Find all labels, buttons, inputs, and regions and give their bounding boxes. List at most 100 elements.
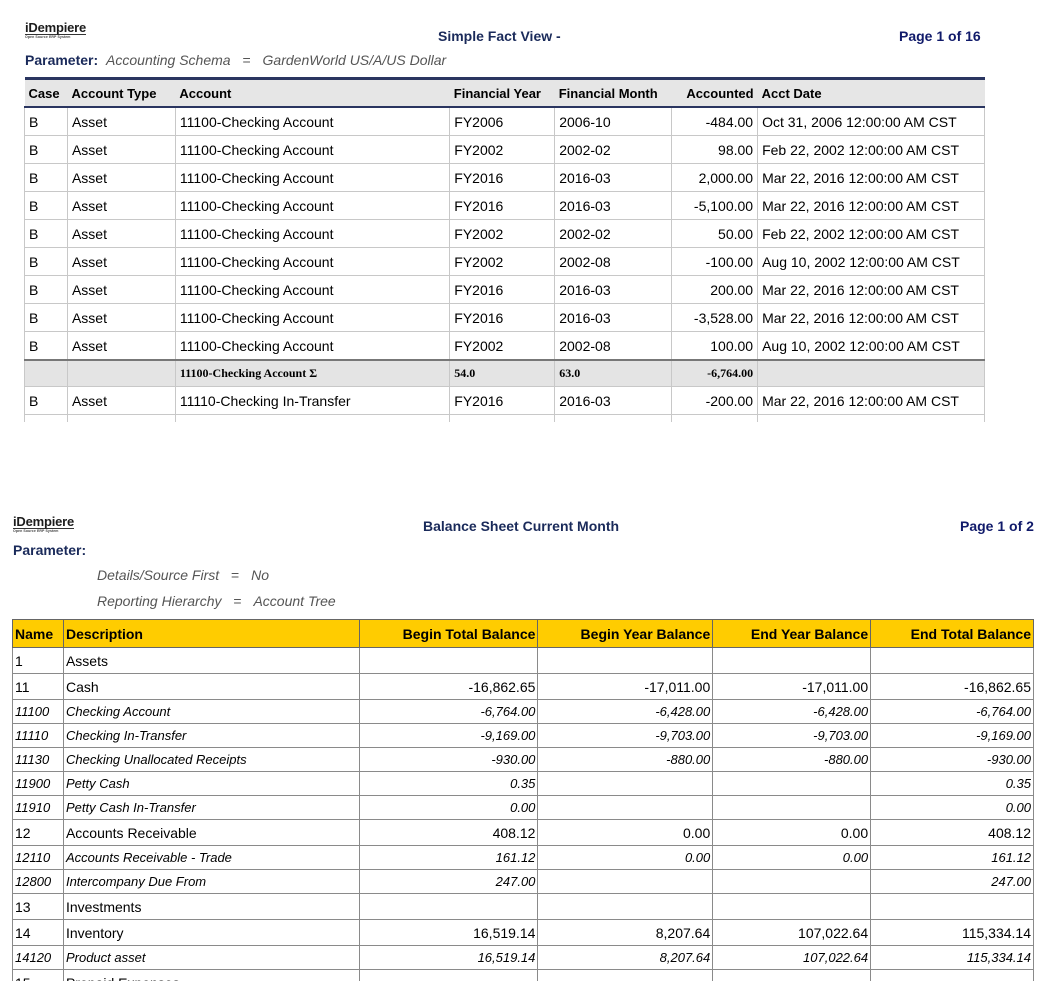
table-cell: 11 [12,673,64,700]
table-cell: -17,011.00 [537,673,714,700]
table-cell: Investments [62,893,360,920]
table-cell: 11110 [12,723,64,748]
table-cell: 161.12 [358,845,539,870]
table-cell [358,969,539,981]
table-cell: Assets [62,647,360,674]
table-cell: 11100 [12,699,64,724]
table-cell: -6,428.00 [712,699,872,724]
table-cell: -9,169.00 [358,723,539,748]
table-cell [870,893,1034,920]
table-cell [870,647,1034,674]
account-group-row[interactable]: 13 Investments [12,893,1034,920]
account-group-row[interactable]: 15Prepaid Expenses [12,969,1034,981]
column-header[interactable]: End Year Balance [712,619,872,648]
table-cell [712,869,872,894]
column-header[interactable]: Description [62,619,360,648]
table-cell: 16,519.14 [358,945,539,970]
parameter-name: Reporting Hierarchy [97,593,222,609]
table-cell: Petty Cash [62,771,360,796]
balance-sheet-table: Name Description Begin Total Balance Beg… [12,619,1034,981]
table-cell: 115,334.14 [870,945,1034,970]
table-cell: Cash [62,673,360,700]
table-cell: -9,169.00 [870,723,1034,748]
table-cell: 115,334.14 [870,919,1034,946]
column-header[interactable]: Name [12,619,64,648]
table-cell: -880.00 [712,747,872,772]
account-row[interactable]: 11900 Petty Cash 0.35 0.35 [12,771,1034,796]
idempiere-logo: iDempiere Open Source ERP System [13,514,75,533]
table-cell: -17,011.00 [712,673,872,700]
account-group-row[interactable]: 14 Inventory 16,519.14 8,207.64 107,022.64 11… [12,919,1034,946]
column-header[interactable]: Begin Total Balance [358,619,539,648]
table-cell: 0.35 [358,771,539,796]
account-row[interactable]: 11100 Checking Account -6,764.00 -6,428.00-… [12,699,1034,724]
table-cell: 247.00 [870,869,1034,894]
table-cell: 408.12 [358,819,539,846]
account-row[interactable]: 14120 Product asset 16,519.14 8,207.64 107,0… [12,945,1034,970]
account-group-row[interactable]: 12 Accounts Receivable 408.12 0.00 0.00 408.1… [12,819,1034,846]
table-cell [712,795,872,820]
table-cell: -9,703.00 [537,723,714,748]
table-header-row: Name Description Begin Total Balance Beg… [12,619,1034,648]
table-cell: -6,428.00 [537,699,714,724]
table-cell: -16,862.65 [358,673,539,700]
account-row[interactable]: 11910 Petty Cash In-Transfer 0.00 0.00 [12,795,1034,820]
table-cell: 8,207.64 [537,919,714,946]
table-cell: Inventory [62,919,360,946]
table-cell: Product asset [62,945,360,970]
table-cell: Prepaid Expenses [62,969,360,981]
table-cell: 12110 [12,845,64,870]
parameter-line: Reporting Hierarchy = Account Tree [97,593,336,609]
table-cell: Checking In-Transfer [62,723,360,748]
table-cell: -930.00 [358,747,539,772]
table-cell: 12800 [12,869,64,894]
table-cell: 8,207.64 [537,945,714,970]
table-cell [537,869,714,894]
report-title: Balance Sheet Current Month [423,518,620,534]
parameter-operator: = [231,567,240,583]
table-cell: Accounts Receivable [62,819,360,846]
table-cell: -6,764.00 [358,699,539,724]
table-cell [537,771,714,796]
table-cell [712,647,872,674]
account-row[interactable]: 12110 Accounts Receivable - Trade 161.12 0.… [12,845,1034,870]
account-row[interactable]: 12800 Intercompany Due From 247.00 247.00 [12,869,1034,894]
column-header[interactable]: Begin Year Balance [537,619,714,648]
table-cell [537,969,714,981]
table-cell: 16,519.14 [358,919,539,946]
table-cell: 13 [12,893,64,920]
table-cell: 11130 [12,747,64,772]
column-header[interactable]: End Total Balance [870,619,1034,648]
table-cell: -6,764.00 [870,699,1034,724]
table-cell: Checking Account [62,699,360,724]
table-cell: 0.00 [537,845,714,870]
account-group-row[interactable]: 11 Cash -16,862.65 -17,011.00 -17,011.00 -16,… [12,673,1034,700]
parameter-value: No [251,567,270,583]
table-cell: 0.35 [870,771,1034,796]
account-row[interactable]: 11130 Checking Unallocated Receipts -930.0… [12,747,1034,772]
table-cell: 12 [12,819,64,846]
table-cell: Intercompany Due From [62,869,360,894]
table-cell: 107,022.64 [712,945,872,970]
table-cell: 11900 [12,771,64,796]
table-cell [537,795,714,820]
parameter-line: Details/Source First = No [97,567,269,583]
table-cell: Petty Cash In-Transfer [62,795,360,820]
account-group-row[interactable]: 1 Assets [12,647,1034,674]
balance-sheet-report: iDempiere Open Source ERP System Balance… [0,0,1062,981]
table-cell: Accounts Receivable - Trade [62,845,360,870]
table-cell [358,647,539,674]
table-cell: 0.00 [358,795,539,820]
account-row[interactable]: 11110 Checking In-Transfer -9,169.00 -9,703… [12,723,1034,748]
table-cell [870,969,1034,981]
parameter-operator: = [233,593,242,609]
table-cell [537,893,714,920]
table-cell: 1 [12,647,64,674]
table-cell: 0.00 [712,845,872,870]
table-cell [358,893,539,920]
table-cell: -16,862.65 [870,673,1034,700]
table-cell: 0.00 [712,819,872,846]
table-cell [712,893,872,920]
table-cell: 161.12 [870,845,1034,870]
table-cell: 0.00 [537,819,714,846]
